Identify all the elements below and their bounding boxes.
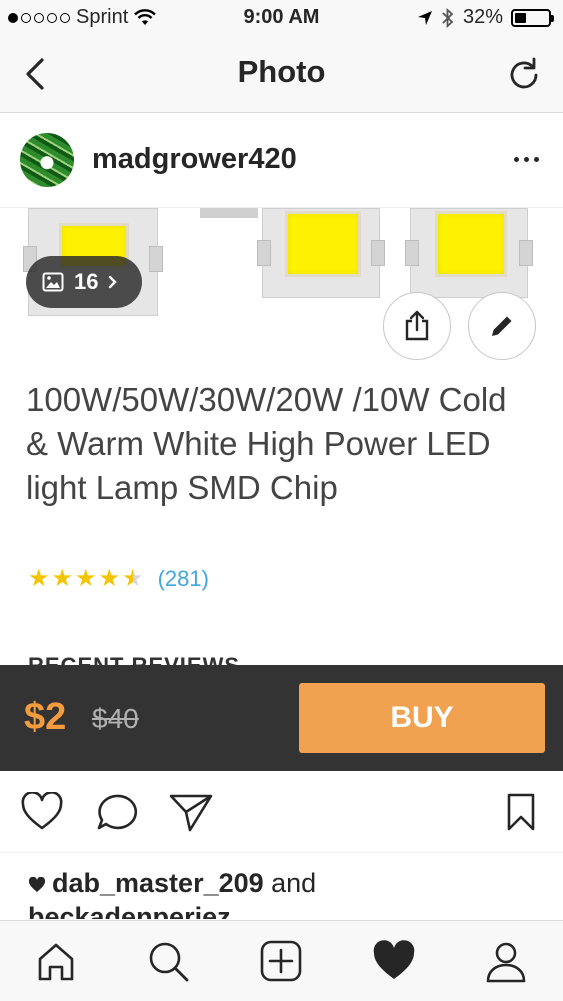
comment-icon[interactable] xyxy=(94,792,138,834)
chevron-right-icon xyxy=(109,275,118,289)
star-full-icon: ★ xyxy=(75,565,97,592)
liked-by[interactable]: dab_master_209 and xyxy=(28,868,316,899)
activity-heart-icon[interactable] xyxy=(372,939,416,983)
liker-username[interactable]: dab_master_209 xyxy=(52,868,264,898)
share-button[interactable] xyxy=(383,292,451,360)
image-icon xyxy=(42,272,64,292)
led-chip-image xyxy=(257,208,385,298)
liker-username-2[interactable]: beckadenperiez xyxy=(28,905,231,919)
heart-icon[interactable] xyxy=(20,792,64,832)
page-title: Photo xyxy=(237,54,326,89)
product-rating[interactable]: ★ ★ ★ ★ ★ (281) xyxy=(28,566,209,592)
small-heart-icon xyxy=(28,876,46,892)
recent-reviews-heading: RECENT REVIEWS xyxy=(28,651,240,665)
battery-icon xyxy=(511,8,554,27)
status-bar: Sprint 9:00 AM 32% xyxy=(0,0,563,38)
profile-icon[interactable] xyxy=(484,939,528,983)
star-full-icon: ★ xyxy=(51,565,74,592)
buy-bar: $2 $40 BUY xyxy=(0,665,563,771)
bookmark-icon[interactable] xyxy=(504,792,538,832)
location-arrow-icon xyxy=(417,10,432,25)
nav-bar: Photo xyxy=(0,38,563,113)
star-full-icon: ★ xyxy=(98,565,121,592)
post-actions xyxy=(0,772,563,853)
search-icon[interactable] xyxy=(146,939,190,983)
refresh-icon[interactable] xyxy=(505,56,543,94)
status-right: 32% xyxy=(417,6,554,29)
photo-count: 16 xyxy=(74,269,99,294)
pencil-icon xyxy=(492,316,512,336)
liked-by-suffix: and xyxy=(263,868,317,898)
home-icon[interactable] xyxy=(34,939,78,983)
edit-button[interactable] xyxy=(468,292,536,360)
username[interactable]: madgrower420 xyxy=(92,143,297,176)
share-send-icon[interactable] xyxy=(168,792,214,832)
battery-percent: 32% xyxy=(462,6,503,28)
tab-bar xyxy=(0,920,563,1001)
share-icon xyxy=(405,310,429,341)
rating-count[interactable]: (281) xyxy=(158,566,209,592)
original-price: $40 xyxy=(92,703,139,734)
avatar[interactable] xyxy=(20,133,74,187)
post-header: madgrower420 xyxy=(0,113,563,208)
star-half-icon: ★ xyxy=(122,565,144,592)
led-chip-image xyxy=(200,208,258,218)
more-options-icon[interactable] xyxy=(514,157,539,162)
star-full-icon: ★ xyxy=(28,565,50,592)
add-post-icon[interactable] xyxy=(259,939,303,983)
price: $2 xyxy=(24,696,67,738)
photo-count-badge[interactable]: 16 xyxy=(26,256,142,308)
bluetooth-icon xyxy=(442,7,454,28)
buy-button[interactable]: BUY xyxy=(299,683,545,753)
led-chip-image xyxy=(405,208,533,298)
product-title: 100W/50W/30W/20W /10W Cold & Warm White … xyxy=(26,381,507,506)
